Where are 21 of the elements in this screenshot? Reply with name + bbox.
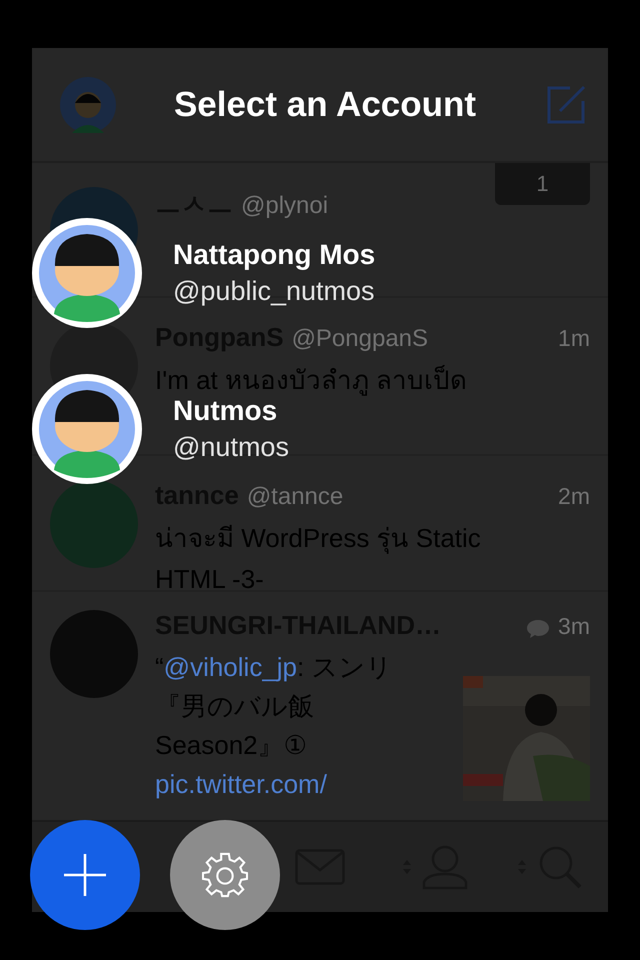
avatar-icon[interactable] [60,76,116,132]
account-avatar-overlay[interactable] [32,374,142,484]
speech-bubble-icon [526,619,550,639]
account-avatar-overlay[interactable] [32,218,142,328]
account-name[interactable]: Nattapong Mos [173,236,376,273]
gear-icon [202,852,248,898]
new-tweets-badge[interactable]: 1 [495,163,590,205]
tweet-time: 3m [558,613,590,640]
tweet-time: 1m [558,325,590,352]
plus-icon [63,853,107,897]
compose-icon[interactable] [546,84,586,124]
tweet-time: 2m [558,483,590,510]
account-handle: @public_nutmos [173,275,376,308]
user-handle: @PongpanS [292,325,428,353]
user-handle: @tannce [246,483,344,511]
account-handle: @nutmos [173,431,289,464]
user-handle: @plynoi [241,192,328,220]
tweet-link[interactable]: @viholic_jp [164,652,298,682]
account-name[interactable]: Nutmos [173,392,289,429]
tweet-link[interactable]: pic.twitter.com/ [155,769,327,799]
sheet-title: Select an Account [172,84,478,124]
